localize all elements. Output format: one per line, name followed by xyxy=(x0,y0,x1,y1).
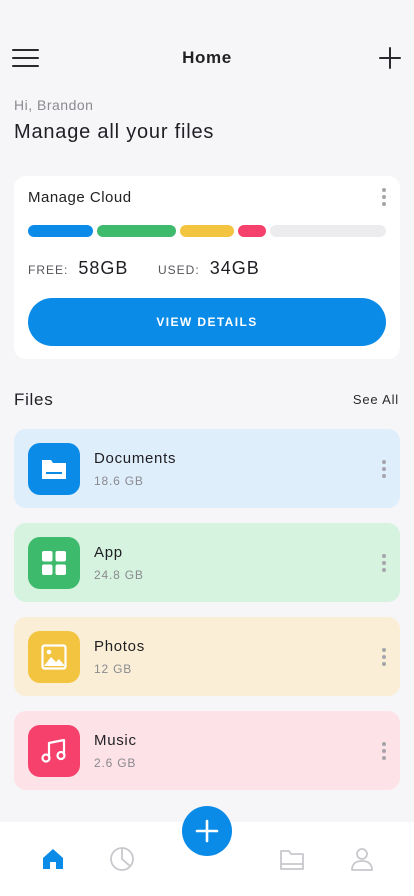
grid-icon xyxy=(28,537,80,589)
view-details-button[interactable]: VIEW DETAILS xyxy=(28,298,386,346)
file-category-app[interactable]: App 24.8 GB xyxy=(14,523,400,602)
file-category-size: 18.6 GB xyxy=(94,474,144,488)
used-value: 34GB xyxy=(209,258,260,278)
headline: Manage all your files xyxy=(14,121,215,143)
usage-segment xyxy=(28,225,93,237)
usage-segment xyxy=(238,225,266,237)
add-file-fab[interactable] xyxy=(182,806,232,856)
file-category-size: 12 GB xyxy=(94,662,133,676)
top-bar: Home xyxy=(0,40,414,76)
storage-usage-bar xyxy=(28,225,386,237)
file-category-documents[interactable]: Documents 18.6 GB xyxy=(14,429,400,508)
more-options-icon[interactable] xyxy=(378,552,390,574)
files-section-title: Files xyxy=(14,390,54,409)
music-icon xyxy=(28,725,80,777)
file-category-name: Documents xyxy=(94,450,177,467)
see-all-link[interactable]: See All xyxy=(353,392,399,407)
pie-chart-icon[interactable] xyxy=(109,846,135,872)
free-label: FREE: xyxy=(28,263,69,277)
page-title: Home xyxy=(182,48,232,67)
more-options-icon[interactable] xyxy=(378,458,390,480)
usage-segment xyxy=(96,225,176,237)
file-category-name: Photos xyxy=(94,638,145,655)
usage-segment xyxy=(269,225,386,237)
folder-icon[interactable] xyxy=(279,846,305,872)
usage-segment xyxy=(179,225,235,237)
cloud-card: Manage Cloud FREE: 58GB USED: 34GB VIEW … xyxy=(14,176,400,359)
cloud-title: Manage Cloud xyxy=(28,189,132,206)
file-category-size: 2.6 GB xyxy=(94,756,137,770)
used-label: USED: xyxy=(158,263,200,277)
file-category-name: Music xyxy=(94,732,137,749)
free-stat: FREE: 58GB xyxy=(28,258,128,279)
free-value: 58GB xyxy=(78,258,129,278)
plus-icon xyxy=(195,819,219,843)
more-options-icon[interactable] xyxy=(378,186,390,208)
add-icon[interactable] xyxy=(378,46,402,70)
user-icon[interactable] xyxy=(349,846,375,872)
file-category-photos[interactable]: Photos 12 GB xyxy=(14,617,400,696)
file-category-music[interactable]: Music 2.6 GB xyxy=(14,711,400,790)
used-stat: USED: 34GB xyxy=(158,258,260,279)
greeting: Hi, Brandon xyxy=(14,97,94,113)
folder-icon xyxy=(28,443,80,495)
more-options-icon[interactable] xyxy=(378,646,390,668)
image-icon xyxy=(28,631,80,683)
more-options-icon[interactable] xyxy=(378,740,390,762)
file-category-name: App xyxy=(94,544,123,561)
home-icon[interactable] xyxy=(40,846,66,872)
file-category-size: 24.8 GB xyxy=(94,568,144,582)
